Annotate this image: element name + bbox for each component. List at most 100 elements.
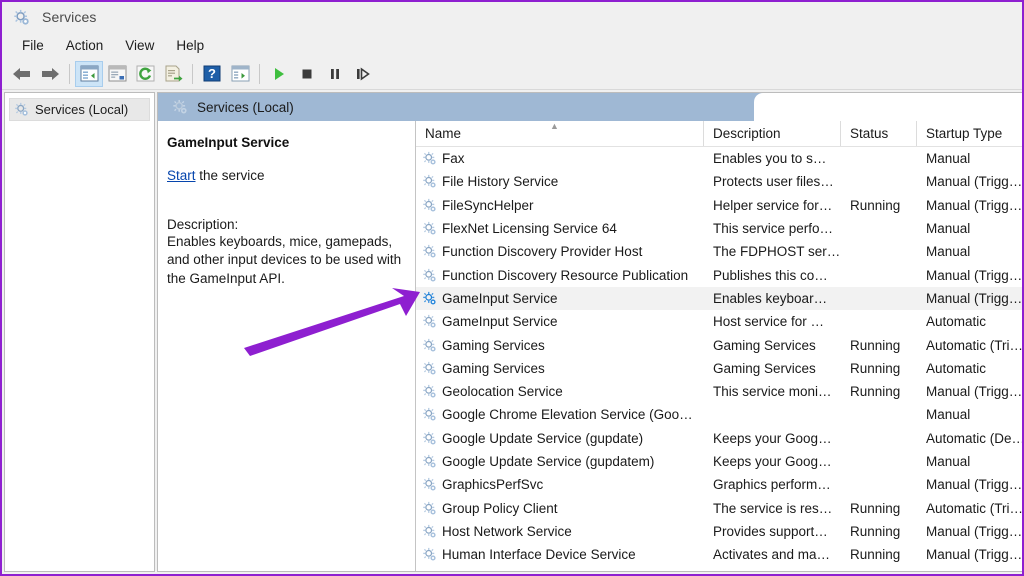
row-cell-description: Protects user files… <box>704 170 841 193</box>
row-cell-name: FileSyncHelper <box>416 194 704 217</box>
menu-view[interactable]: View <box>115 35 164 56</box>
service-gear-icon <box>422 174 437 189</box>
row-name-label: Function Discovery Resource Publication <box>442 268 688 283</box>
column-header-status-label: Status <box>850 126 888 141</box>
row-name-label: Gaming Services <box>442 361 545 376</box>
start-service-icon[interactable] <box>265 61 293 87</box>
row-cell-description: Enables keyboar… <box>704 287 841 310</box>
table-row[interactable]: Google Update Service (gupdate)Keeps you… <box>416 427 1022 450</box>
row-cell-name: Google Update Service (gupdatem) <box>416 450 704 473</box>
row-name-label: Host Network Service <box>442 524 572 539</box>
row-cell-description: This service moni… <box>704 380 841 403</box>
column-header-startup-type-label: Startup Type <box>926 126 1002 141</box>
services-gear-icon <box>14 102 29 117</box>
table-row[interactable]: FlexNet Licensing Service 64This service… <box>416 217 1022 240</box>
row-name-label: Fax <box>442 151 465 166</box>
row-cell-status <box>841 147 917 170</box>
row-cell-name: GameInput Service <box>416 287 704 310</box>
row-cell-description: Gaming Services <box>704 357 841 380</box>
service-gear-icon <box>422 244 437 259</box>
row-cell-description: The FDPHOST ser… <box>704 240 841 263</box>
row-cell-status <box>841 427 917 450</box>
service-gear-icon <box>422 547 437 562</box>
list-column-headers: Name ▲ Description Status Startup Type <box>416 121 1022 147</box>
row-cell-startup-type: Manual (Trigg… <box>917 194 1022 217</box>
row-cell-name: FlexNet Licensing Service 64 <box>416 217 704 240</box>
row-cell-startup-type: Manual (Trigg… <box>917 473 1022 496</box>
row-cell-description <box>704 403 841 426</box>
row-cell-description: Keeps your Goog… <box>704 450 841 473</box>
table-row[interactable]: GameInput ServiceHost service for …Autom… <box>416 310 1022 333</box>
help-icon[interactable]: ? <box>198 61 226 87</box>
table-row[interactable]: FileSyncHelperHelper service for…Running… <box>416 194 1022 217</box>
service-gear-icon <box>422 407 437 422</box>
row-cell-name: Group Policy Client <box>416 496 704 519</box>
column-header-name-label: Name <box>425 126 461 141</box>
forward-arrow-icon[interactable] <box>36 61 64 87</box>
service-gear-icon <box>422 198 437 213</box>
row-name-label: File History Service <box>442 174 558 189</box>
table-row[interactable]: GraphicsPerfSvcGraphics perform…Manual (… <box>416 473 1022 496</box>
table-row[interactable]: GameInput ServiceEnables keyboar…Manual … <box>416 287 1022 310</box>
row-name-label: Geolocation Service <box>442 384 563 399</box>
table-row[interactable]: Host Network ServiceProvides support…Run… <box>416 520 1022 543</box>
column-header-status[interactable]: Status <box>841 121 917 146</box>
row-name-label: FlexNet Licensing Service 64 <box>442 221 617 236</box>
export-list-icon[interactable] <box>159 61 187 87</box>
row-cell-name: File History Service <box>416 170 704 193</box>
row-cell-status: Running <box>841 194 917 217</box>
row-name-label: Google Chrome Elevation Service (Goo… <box>442 407 693 422</box>
svg-text:?: ? <box>208 66 216 81</box>
pause-service-icon[interactable] <box>321 61 349 87</box>
properties-icon[interactable] <box>103 61 131 87</box>
row-cell-name: Human Interface Device Service <box>416 543 704 566</box>
table-row[interactable]: FaxEnables you to s…Manual <box>416 147 1022 170</box>
table-row[interactable]: Google Update Service (gupdatem) Keeps yo… <box>416 450 1022 473</box>
row-cell-startup-type: Automatic (Tri… <box>917 496 1022 519</box>
row-cell-description: Activates and ma… <box>704 543 841 566</box>
start-service-link[interactable]: Start <box>167 168 196 183</box>
column-header-startup-type[interactable]: Startup Type <box>917 121 1022 146</box>
table-row[interactable]: Geolocation ServiceThis service moni…Run… <box>416 380 1022 403</box>
table-row[interactable]: Function Discovery Provider Host The FDPH… <box>416 240 1022 263</box>
row-cell-startup-type: Manual <box>917 147 1022 170</box>
service-gear-icon <box>422 314 437 329</box>
table-row[interactable]: Function Discovery Resource PublicationP… <box>416 263 1022 286</box>
table-row[interactable]: Gaming ServicesGaming ServicesRunningAut… <box>416 333 1022 356</box>
row-name-label: Google Update Service (gupdatem) <box>442 454 654 469</box>
toolbar-separator-2 <box>192 64 193 84</box>
refresh-icon[interactable] <box>131 61 159 87</box>
row-name-label: Function Discovery Provider Host <box>442 244 642 259</box>
table-row[interactable]: Gaming ServicesGaming ServicesRunningAut… <box>416 357 1022 380</box>
service-detail-panel: GameInput Service Start the service Desc… <box>158 121 416 571</box>
service-gear-icon <box>422 431 437 446</box>
detail-description-text: Enables keyboards, mice, gamepads, and o… <box>167 233 403 288</box>
row-cell-startup-type: Automatic (Tri… <box>917 333 1022 356</box>
table-row[interactable]: Google Chrome Elevation Service (Goo…Man… <box>416 403 1022 426</box>
show-hide-console-tree-icon[interactable] <box>75 61 103 87</box>
row-cell-startup-type: Manual <box>917 217 1022 240</box>
column-header-description[interactable]: Description <box>704 121 841 146</box>
table-row[interactable]: Human Interface Device ServiceActivates … <box>416 543 1022 566</box>
table-row[interactable]: Group Policy ClientThe service is res…Ru… <box>416 496 1022 519</box>
toolbar-separator-3 <box>259 64 260 84</box>
show-action-pane-icon[interactable] <box>226 61 254 87</box>
row-cell-status <box>841 217 917 240</box>
menu-file[interactable]: File <box>12 35 54 56</box>
row-name-label: GraphicsPerfSvc <box>442 477 543 492</box>
pane-header: Services (Local) <box>158 93 1022 121</box>
row-cell-startup-type: Automatic <box>917 357 1022 380</box>
services-window: Services File Action View Help <box>2 2 1022 574</box>
table-row[interactable]: File History Service Protects user files…… <box>416 170 1022 193</box>
menu-help[interactable]: Help <box>166 35 214 56</box>
stop-service-icon[interactable] <box>293 61 321 87</box>
service-gear-icon <box>422 338 437 353</box>
back-arrow-icon[interactable] <box>8 61 36 87</box>
column-header-name[interactable]: Name ▲ <box>416 121 704 146</box>
list-rows-container: FaxEnables you to s…Manual File History … <box>416 147 1022 566</box>
restart-service-icon[interactable] <box>349 61 377 87</box>
tree-node-services-local[interactable]: Services (Local) <box>9 98 150 121</box>
pane-body: GameInput Service Start the service Desc… <box>158 121 1022 571</box>
menu-action[interactable]: Action <box>56 35 114 56</box>
services-gear-icon <box>13 9 30 26</box>
